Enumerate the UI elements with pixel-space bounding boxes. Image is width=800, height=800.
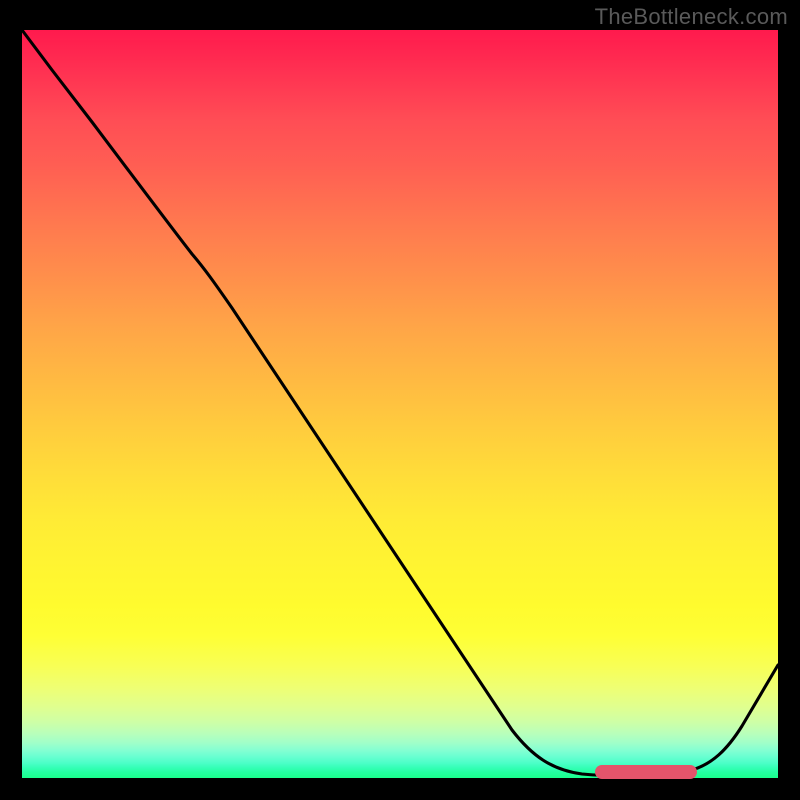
gradient-plot-area [22,30,778,778]
bottleneck-curve [22,30,778,776]
watermark-text: TheBottleneck.com [595,4,788,30]
chart-frame: TheBottleneck.com [0,0,800,800]
chart-svg [22,30,778,778]
